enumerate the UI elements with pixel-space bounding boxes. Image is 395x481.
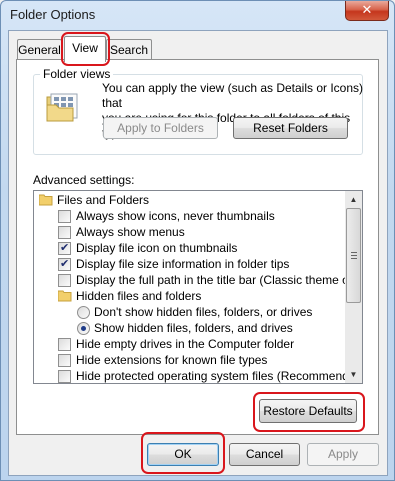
setting-label: Display the full path in the title bar (… xyxy=(76,273,363,287)
folder-views-legend: Folder views xyxy=(40,67,114,81)
checkbox-checked[interactable]: ✔ xyxy=(58,242,71,255)
scroll-thumb[interactable] xyxy=(346,208,361,303)
grip-line xyxy=(351,258,357,259)
setting-display-file-icon-on-thumbnails[interactable]: ✔ Display file icon on thumbnails xyxy=(34,240,346,256)
setting-always-show-menus[interactable]: Always show menus xyxy=(34,224,346,240)
setting-label: Display file icon on thumbnails xyxy=(76,241,238,255)
setting-label: Don't show hidden files, folders, or dri… xyxy=(94,305,313,319)
checkmark-icon: ✔ xyxy=(60,258,70,270)
checkbox-checked[interactable]: ✔ xyxy=(58,258,71,271)
tab-view[interactable]: View xyxy=(64,36,106,62)
apply-button[interactable]: Apply xyxy=(307,443,379,466)
apply-to-folders-label: Apply to Folders xyxy=(117,121,204,135)
radio-button-selected[interactable] xyxy=(77,322,90,335)
cancel-label: Cancel xyxy=(245,447,284,461)
setting-display-full-path[interactable]: Display the full path in the title bar (… xyxy=(34,272,362,288)
checkmark-icon: ✔ xyxy=(60,242,70,254)
setting-show-hidden[interactable]: Show hidden files, folders, and drives xyxy=(34,320,346,336)
grip-line xyxy=(351,252,357,253)
tab-general-label: General xyxy=(18,43,61,57)
folder-icon xyxy=(39,194,53,206)
tree-folder-hidden-files[interactable]: Hidden files and folders xyxy=(34,288,346,304)
setting-display-file-size-info[interactable]: ✔ Display file size information in folde… xyxy=(34,256,346,272)
folder-views-description-line1: You can apply the view (such as Details … xyxy=(102,81,364,110)
setting-label: Always show icons, never thumbnails xyxy=(76,209,275,223)
checkbox[interactable] xyxy=(58,226,71,239)
cancel-button[interactable]: Cancel xyxy=(229,443,300,466)
setting-label: Display file size information in folder … xyxy=(76,257,290,271)
window-title: Folder Options xyxy=(10,7,96,22)
scroll-down-arrow-icon[interactable]: ▼ xyxy=(345,366,362,383)
checkbox[interactable] xyxy=(58,210,71,223)
tab-search[interactable]: Search xyxy=(106,39,152,60)
setting-hide-empty-drives[interactable]: Hide empty drives in the Computer folder xyxy=(34,336,346,352)
scroll-up-arrow-icon[interactable]: ▲ xyxy=(345,191,362,208)
radio-dot-icon xyxy=(81,326,86,331)
reset-folders-label: Reset Folders xyxy=(253,121,328,135)
radio-button[interactable] xyxy=(77,306,90,319)
tab-search-label: Search xyxy=(109,43,149,57)
vertical-scrollbar[interactable]: ▲ ▼ xyxy=(345,191,362,383)
tab-view-label: View xyxy=(72,41,98,55)
reset-folders-button[interactable]: Reset Folders xyxy=(233,117,348,139)
tree-folder-label: Files and Folders xyxy=(57,193,150,207)
restore-defaults-button[interactable]: Restore Defaults xyxy=(259,399,357,423)
checkbox[interactable] xyxy=(58,274,71,287)
advanced-settings-tree[interactable]: Files and Folders Always show icons, nev… xyxy=(33,190,363,384)
setting-label: Hide extensions for known file types xyxy=(76,353,268,367)
tree-folder-files-and-folders[interactable]: Files and Folders xyxy=(34,192,346,208)
checkbox[interactable] xyxy=(58,370,71,383)
grip-line xyxy=(351,255,357,256)
setting-hide-protected-files[interactable]: Hide protected operating system files (R… xyxy=(34,368,362,383)
ok-label: OK xyxy=(174,447,192,461)
setting-label: Always show menus xyxy=(76,225,185,239)
checkbox[interactable] xyxy=(58,338,71,351)
setting-dont-show-hidden[interactable]: Don't show hidden files, folders, or dri… xyxy=(34,304,346,320)
setting-hide-extensions[interactable]: Hide extensions for known file types xyxy=(34,352,346,368)
setting-label: Hide protected operating system files (R… xyxy=(76,369,363,383)
title-bar[interactable]: Folder Options ✕ xyxy=(1,1,394,29)
close-button[interactable]: ✕ xyxy=(345,1,389,21)
checkbox[interactable] xyxy=(58,354,71,367)
restore-defaults-label: Restore Defaults xyxy=(263,404,353,418)
setting-label: Hide empty drives in the Computer folder xyxy=(76,337,295,351)
setting-label: Show hidden files, folders, and drives xyxy=(94,321,293,335)
setting-always-show-icons[interactable]: Always show icons, never thumbnails xyxy=(34,208,346,224)
tab-general[interactable]: General xyxy=(17,39,62,60)
folder-icon xyxy=(58,290,72,302)
ok-button[interactable]: OK xyxy=(147,443,219,466)
tree-folder-label: Hidden files and folders xyxy=(76,289,202,303)
folder-view-icon xyxy=(46,93,78,122)
apply-label: Apply xyxy=(327,447,359,461)
advanced-settings-label: Advanced settings: xyxy=(33,173,135,187)
close-icon: ✕ xyxy=(361,2,373,17)
apply-to-folders-button[interactable]: Apply to Folders xyxy=(103,117,218,139)
